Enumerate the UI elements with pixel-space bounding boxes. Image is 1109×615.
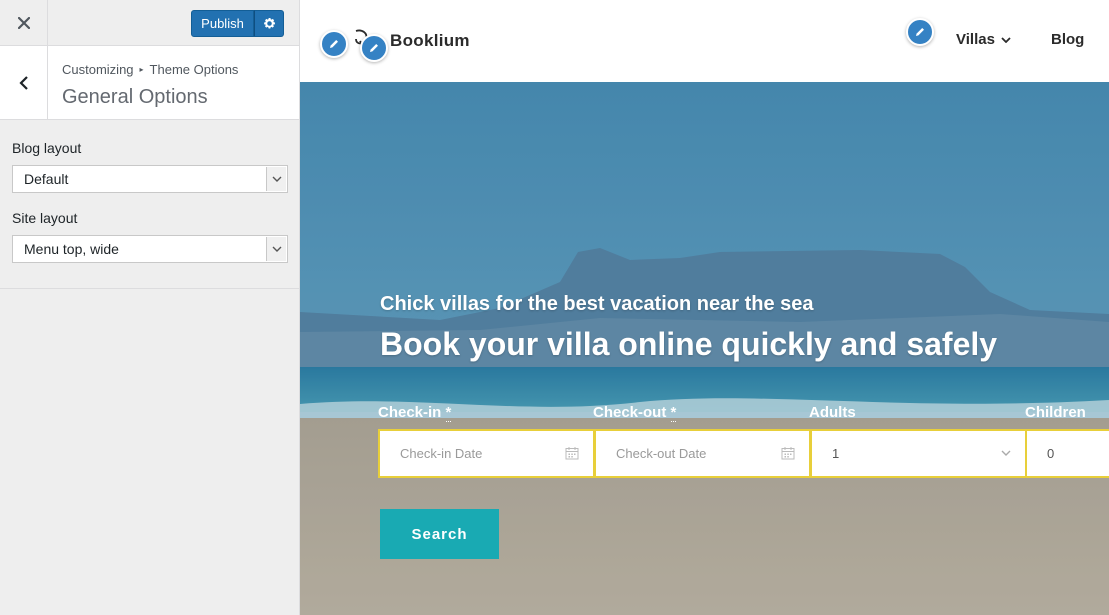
adults-label: Adults [809,404,856,421]
required-mark: * [445,404,452,422]
nav-item-villas[interactable]: Villas [956,31,1011,48]
check-out-label-text: Check-out [593,404,667,421]
divider [0,288,299,289]
blog-layout-label: Blog layout [12,140,82,156]
chevron-down-icon [266,167,286,191]
check-out-field[interactable]: Check-out Date [594,429,811,478]
pencil-icon [330,40,338,48]
adults-value: 1 [832,446,840,461]
chevron-down-icon [1001,450,1011,456]
nav-item-blog[interactable]: Blog [1051,31,1084,48]
breadcrumb: Customizing ▸ Theme Options [62,62,238,77]
section-header: Customizing ▸ Theme Options General Opti… [0,46,299,120]
pencil-icon [916,28,924,36]
edit-shortcut-menu[interactable] [906,18,934,46]
check-out-label: Check-out * [593,404,677,422]
hero-title: Book your villa online quickly and safel… [380,326,998,362]
customizer-header: Publish [0,0,299,46]
children-label: Children [1025,404,1086,421]
adults-select[interactable]: 1 [810,429,1027,478]
site-layout-label: Site layout [12,210,78,226]
blog-layout-select[interactable]: Default [12,165,288,193]
pencil-icon [370,44,378,52]
chevron-down-icon [1001,36,1011,43]
breadcrumb-item: Customizing [62,62,134,77]
chevron-down-icon [266,237,286,261]
site-title[interactable]: Booklium [390,31,470,51]
site-header: Booklium Villas Blog [300,0,1109,82]
check-in-label: Check-in * [378,404,452,422]
site-layout-select[interactable]: Menu top, wide [12,235,288,263]
check-out-placeholder: Check-out Date [616,446,707,461]
section-title: General Options [62,86,208,108]
search-button[interactable]: Search [380,509,499,559]
hero-subtitle: Chick villas for the best vacation near … [380,293,814,315]
site-layout-value: Menu top, wide [24,241,119,257]
site-preview: Booklium Villas Blog Chick villas for th… [300,0,1109,615]
calendar-icon [565,447,579,460]
blog-layout-value: Default [24,171,69,187]
required-mark: * [670,404,677,422]
close-icon [17,16,30,29]
back-button[interactable] [0,46,48,119]
edit-shortcut-logo[interactable] [320,30,348,58]
children-select[interactable]: 0 [1025,429,1109,478]
publish-button[interactable]: Publish [191,10,254,37]
edit-shortcut-title[interactable] [360,34,388,62]
breadcrumb-item: Theme Options [149,62,239,77]
breadcrumb-separator: ▸ [139,65,144,74]
close-customizer-button[interactable] [0,0,48,45]
publish-settings-button[interactable] [254,10,284,37]
publish-group: Publish [191,10,284,37]
children-value: 0 [1047,446,1055,461]
chevron-left-icon [18,75,28,90]
check-in-label-text: Check-in [378,404,442,421]
check-in-placeholder: Check-in Date [400,446,483,461]
check-in-field[interactable]: Check-in Date [378,429,595,478]
hero-section: Chick villas for the best vacation near … [300,82,1109,615]
calendar-icon [781,447,795,460]
nav-item-label: Villas [956,31,995,48]
gear-icon [263,17,275,29]
customizer-sidebar: Publish Customizing ▸ Theme Options Gene… [0,0,300,615]
